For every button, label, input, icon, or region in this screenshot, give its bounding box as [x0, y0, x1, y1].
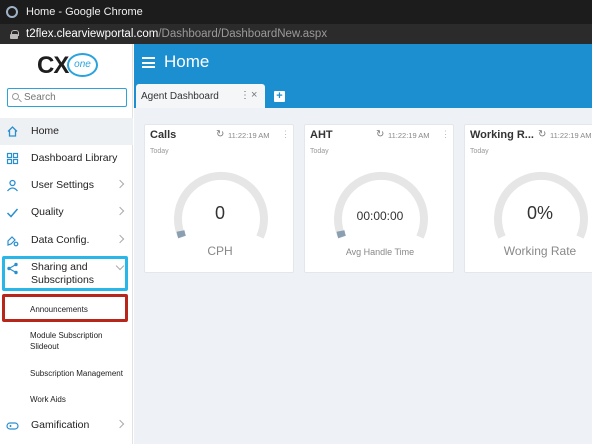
highlight-box-sharing [2, 256, 128, 291]
page-title: Home [164, 52, 210, 71]
dashboard-tab-bar: Agent Dashboard ⋮ × + [134, 82, 592, 108]
gamepad-icon [6, 422, 19, 430]
kebab-menu-icon[interactable]: ⋮ [441, 129, 450, 140]
metric-card-working-rate: Working R... ↻ 11:22:19 AM Today 0% Work… [464, 124, 592, 273]
chrome-icon [6, 6, 18, 18]
sidebar-item-quality[interactable]: Quality [0, 199, 133, 226]
refresh-icon[interactable]: ↻ [216, 129, 224, 140]
card-period: Today [150, 148, 169, 155]
card-unit: CPH [207, 244, 233, 258]
chevron-right-icon [115, 234, 125, 244]
chevron-right-icon [115, 206, 125, 216]
card-title: Calls [150, 129, 177, 141]
card-value: 0 [214, 203, 225, 223]
grid-icon [6, 152, 19, 165]
cxone-logo[interactable]: CX one [34, 50, 100, 80]
refresh-icon[interactable]: ↻ [376, 129, 384, 140]
card-timestamp: 11:22:19 AM [228, 131, 270, 140]
sidebar-item-data-config[interactable]: Data Config. [0, 227, 133, 254]
address-bar[interactable]: t2flex.clearviewportal.com/Dashboard/Das… [0, 24, 592, 44]
home-icon [7, 126, 18, 137]
lock-icon [10, 29, 19, 39]
url-domain: t2flex.clearviewportal.com [26, 28, 159, 40]
metric-card-aht: AHT ↻ 11:22:19 AM ⋮ Today 00:00:00 Avg H… [304, 124, 454, 273]
dashboard-content: Calls ↻ 11:22:19 AM ⋮ Today 0 CPH AHT ↻ … [134, 108, 592, 444]
tab-agent-dashboard[interactable]: Agent Dashboard ⋮ × [136, 84, 265, 108]
card-title: AHT [310, 129, 333, 141]
check-icon [6, 208, 19, 218]
card-value: 00:00:00 [356, 209, 404, 223]
tab-label: Agent Dashboard [141, 91, 219, 102]
card-unit: Working Rate [503, 244, 577, 258]
close-icon[interactable]: × [251, 89, 257, 101]
card-unit: Avg Handle Time [345, 247, 415, 257]
sidebar-subitem-subscription-management[interactable]: Subscription Management [30, 368, 123, 379]
sidebar-item-label: Gamification [31, 419, 90, 431]
window-title-bar: Home - Google Chrome [0, 0, 592, 24]
card-timestamp: 11:22:19 AM [388, 131, 430, 140]
sidebar-item-dashboard-library[interactable]: Dashboard Library [0, 145, 133, 172]
window-title: Home - Google Chrome [26, 6, 143, 18]
sidebar-item-label: Quality [31, 206, 64, 218]
search-input[interactable] [7, 88, 127, 107]
card-timestamp: 11:22:19 AM [550, 131, 592, 140]
sidebar-subitem-work-aids[interactable]: Work Aids [30, 394, 66, 405]
kebab-menu-icon[interactable]: ⋮ [281, 129, 290, 140]
app-header: Home [134, 44, 592, 82]
user-icon [7, 179, 18, 192]
data-config-icon [7, 236, 19, 247]
url-path: /Dashboard/DashboardNew.aspx [158, 28, 328, 40]
card-period: Today [470, 148, 489, 155]
card-period: Today [310, 148, 329, 155]
kebab-menu-icon[interactable]: ⋮ [240, 90, 250, 101]
add-tab-icon[interactable]: + [274, 91, 285, 102]
sidebar-item-user-settings[interactable]: User Settings [0, 172, 133, 199]
metric-card-calls: Calls ↻ 11:22:19 AM ⋮ Today 0 CPH [144, 124, 294, 273]
sidebar-item-label: User Settings [31, 179, 95, 191]
sidebar-subitem-module-subscription-slideout[interactable]: Module Subscription Slideout [30, 330, 120, 352]
sidebar-item-home[interactable]: Home [0, 118, 133, 145]
highlight-box-announcements [2, 294, 128, 322]
refresh-icon[interactable]: ↻ [538, 129, 546, 140]
sidebar-item-label: Data Config. [31, 234, 90, 246]
chevron-right-icon [115, 419, 125, 429]
sidebar-item-label: Dashboard Library [31, 152, 118, 164]
search-icon [12, 93, 19, 100]
card-title: Working R... [470, 129, 534, 141]
chevron-right-icon [115, 179, 125, 189]
card-value: 0% [526, 203, 553, 223]
sidebar-item-gamification[interactable]: Gamification [0, 412, 133, 439]
sidebar-item-label: Home [31, 125, 60, 137]
hamburger-menu-icon[interactable] [142, 57, 155, 68]
